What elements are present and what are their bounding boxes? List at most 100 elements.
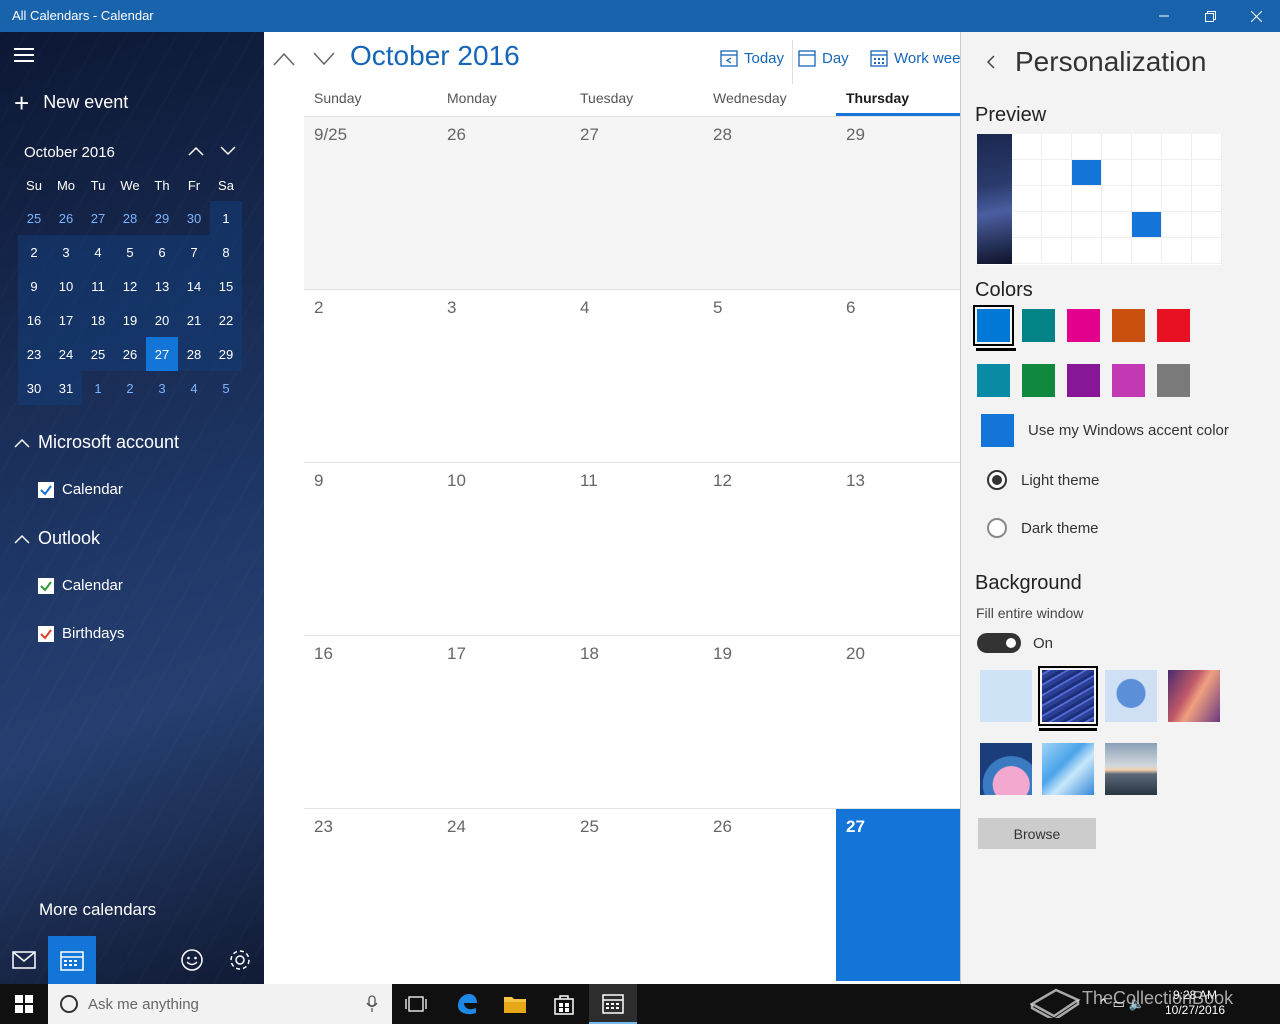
browse-button[interactable]: Browse	[978, 818, 1096, 849]
day-cell[interactable]: 23	[304, 809, 437, 981]
day-cell[interactable]: 11	[570, 463, 703, 635]
day-cell[interactable]: 9/25	[304, 117, 437, 289]
day-cell[interactable]: 6	[836, 290, 960, 462]
mini-calendar-day[interactable]: 19	[114, 303, 146, 337]
mini-calendar-prev-button[interactable]	[183, 138, 209, 164]
color-swatch[interactable]	[1112, 309, 1145, 342]
mini-calendar-day[interactable]: 14	[178, 269, 210, 303]
previous-month-button[interactable]	[269, 44, 299, 74]
mini-calendar-day[interactable]: 23	[18, 337, 50, 371]
background-blue-polygons[interactable]	[1042, 743, 1094, 795]
day-cell[interactable]: 18	[570, 636, 703, 808]
day-view-button[interactable]: Day	[798, 46, 849, 70]
mini-calendar-day[interactable]: 20	[146, 303, 178, 337]
store-button[interactable]	[540, 984, 588, 1024]
day-cell[interactable]: 27	[570, 117, 703, 289]
light-theme-radio[interactable]: Light theme	[987, 470, 1099, 490]
mini-calendar-day[interactable]: 26	[50, 201, 82, 235]
day-cell[interactable]: 19	[703, 636, 836, 808]
color-swatch[interactable]	[1022, 364, 1055, 397]
accent-color-swatch[interactable]	[981, 414, 1014, 447]
start-button[interactable]	[0, 984, 48, 1024]
checkbox-checked-icon[interactable]	[38, 625, 54, 642]
dark-theme-radio[interactable]: Dark theme	[987, 518, 1099, 538]
mini-calendar-day[interactable]: 22	[210, 303, 242, 337]
mini-calendar-day[interactable]: 12	[114, 269, 146, 303]
day-cell[interactable]: 25	[570, 809, 703, 981]
today-button[interactable]: Today	[720, 46, 784, 70]
day-cell[interactable]: 9	[304, 463, 437, 635]
mini-calendar-day[interactable]: 30	[18, 371, 50, 405]
mini-calendar-day[interactable]: 24	[50, 337, 82, 371]
radio-selected-icon[interactable]	[987, 470, 1007, 490]
calendar-toggle-outlook-birthdays[interactable]: Birthdays	[38, 625, 125, 642]
microphone-icon[interactable]	[366, 995, 378, 1013]
mini-calendar-day[interactable]: 25	[82, 337, 114, 371]
mini-calendar-day[interactable]: 27	[82, 201, 114, 235]
mini-calendar-day[interactable]: 10	[50, 269, 82, 303]
mini-calendar-day[interactable]: 9	[18, 269, 50, 303]
account-header-outlook[interactable]: Outlook	[14, 528, 100, 549]
background-colorful-hills[interactable]	[980, 743, 1032, 795]
mini-calendar-day[interactable]: 2	[114, 371, 146, 405]
file-explorer-button[interactable]	[491, 984, 539, 1024]
day-cell[interactable]: 4	[570, 290, 703, 462]
mini-calendar-day[interactable]: 18	[82, 303, 114, 337]
day-cell[interactable]: 20	[836, 636, 960, 808]
back-arrow-icon[interactable]	[981, 52, 1001, 72]
day-cell[interactable]: 26	[437, 117, 570, 289]
day-cell[interactable]: 29	[836, 117, 960, 289]
mini-calendar-day[interactable]: 4	[178, 371, 210, 405]
radio-unselected-icon[interactable]	[987, 518, 1007, 538]
mini-calendar-day[interactable]: 2	[18, 235, 50, 269]
mini-calendar-day[interactable]: 21	[178, 303, 210, 337]
mini-calendar-day[interactable]: 16	[18, 303, 50, 337]
background-blue-tree[interactable]	[1105, 670, 1157, 722]
background-canyon[interactable]	[1168, 670, 1220, 722]
background-plain-light-blue[interactable]	[980, 670, 1032, 722]
color-swatch[interactable]	[1022, 309, 1055, 342]
day-cell[interactable]: 28	[703, 117, 836, 289]
color-swatch[interactable]	[977, 364, 1010, 397]
background-lake-sunset[interactable]	[1105, 743, 1157, 795]
day-cell[interactable]: 2	[304, 290, 437, 462]
mini-calendar-day[interactable]: 3	[50, 235, 82, 269]
calendar-toggle-microsoft-calendar[interactable]: Calendar	[38, 481, 123, 498]
fill-window-toggle[interactable]	[977, 633, 1021, 653]
mini-calendar-day[interactable]: 1	[82, 371, 114, 405]
color-swatch[interactable]	[973, 305, 1014, 346]
day-cell[interactable]: 3	[437, 290, 570, 462]
mini-calendar-day[interactable]: 1	[210, 201, 242, 235]
calendar-button[interactable]	[48, 936, 96, 984]
feedback-button[interactable]	[168, 936, 216, 984]
mail-button[interactable]	[0, 936, 48, 984]
calendar-app-taskbar-button[interactable]	[589, 984, 637, 1024]
mini-calendar-day[interactable]: 6	[146, 235, 178, 269]
mini-calendar-day[interactable]: 3	[146, 371, 178, 405]
mini-calendar-day[interactable]: 15	[210, 269, 242, 303]
color-swatch[interactable]	[1157, 309, 1190, 342]
mini-calendar-day[interactable]: 28	[178, 337, 210, 371]
windows-accent-option[interactable]: Use my Windows accent color	[981, 414, 1229, 447]
background-star-trails[interactable]	[1038, 666, 1098, 726]
mini-calendar-day[interactable]: 29	[146, 201, 178, 235]
day-cell[interactable]: 16	[304, 636, 437, 808]
checkbox-checked-icon[interactable]	[38, 577, 54, 594]
mini-calendar-day[interactable]: 17	[50, 303, 82, 337]
color-swatch[interactable]	[1157, 364, 1190, 397]
settings-button[interactable]	[216, 936, 264, 984]
mini-calendar-day[interactable]: 11	[82, 269, 114, 303]
day-cell[interactable]: 17	[437, 636, 570, 808]
mini-calendar-day[interactable]: 27	[146, 337, 178, 371]
mini-calendar-day[interactable]: 8	[210, 235, 242, 269]
next-month-button[interactable]	[309, 44, 339, 74]
day-cell[interactable]: 24	[437, 809, 570, 981]
mini-calendar-day[interactable]: 7	[178, 235, 210, 269]
mini-calendar-day[interactable]: 31	[50, 371, 82, 405]
day-cell[interactable]: 12	[703, 463, 836, 635]
mini-calendar-day[interactable]: 5	[114, 235, 146, 269]
edge-browser-button[interactable]	[443, 984, 491, 1024]
minimize-button[interactable]	[1141, 0, 1187, 32]
day-cell[interactable]: 26	[703, 809, 836, 981]
mini-calendar-day[interactable]: 4	[82, 235, 114, 269]
